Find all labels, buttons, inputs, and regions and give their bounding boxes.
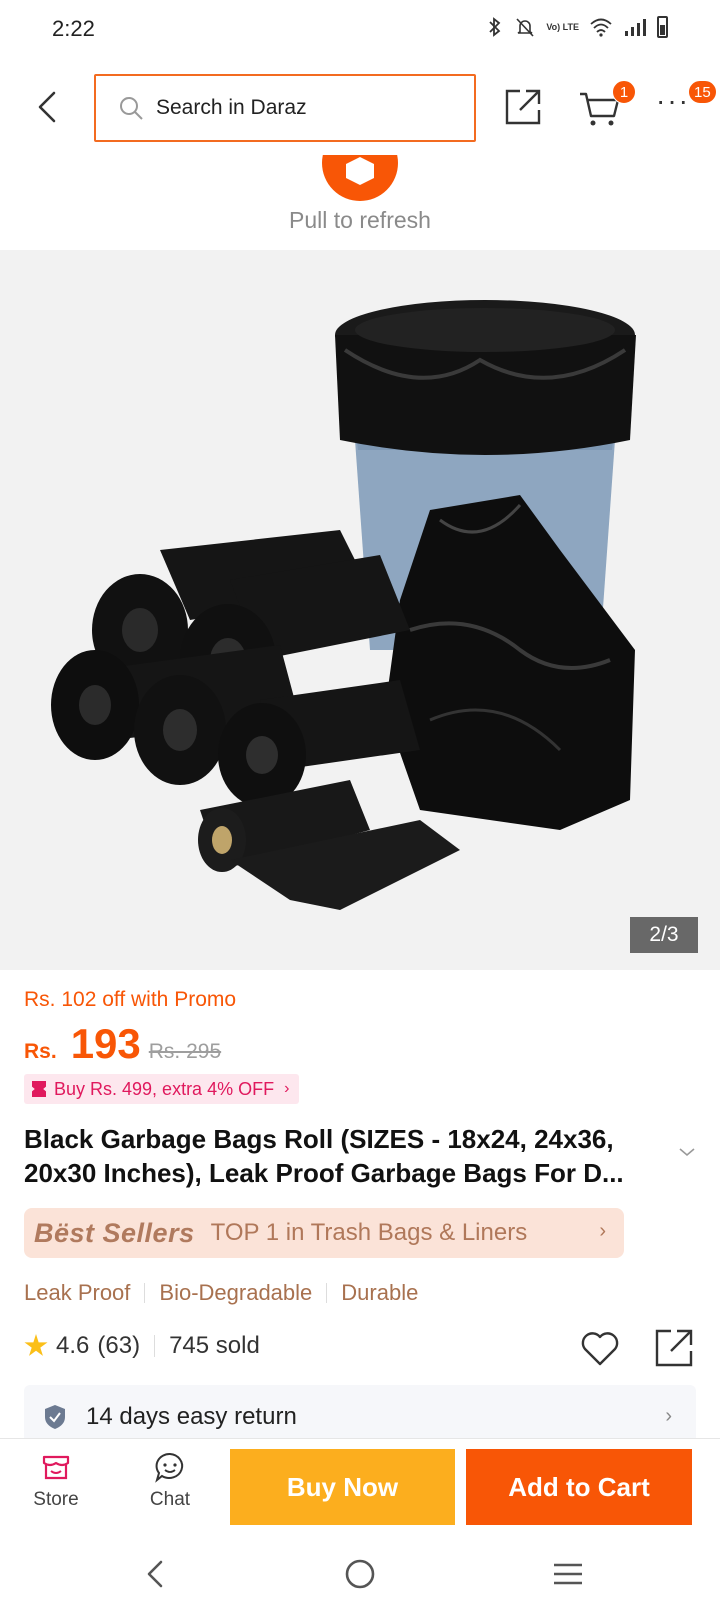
notification-count-badge: 15 [688, 80, 717, 104]
garbage-bags-illustration [51, 300, 636, 910]
review-count: (63) [97, 1332, 141, 1359]
promo-discount-text: Rs. 102 off with Promo [24, 988, 237, 1011]
image-counter: 2/3 [630, 917, 698, 953]
search-placeholder: Search in Daraz [156, 96, 307, 119]
nav-back-icon[interactable] [136, 1554, 176, 1594]
pull-to-refresh: Pull to refresh [0, 155, 720, 250]
tag-bio-degradable: Bio-Degradable [159, 1280, 313, 1305]
tag-divider [326, 1283, 328, 1303]
store-icon [42, 1455, 70, 1480]
rating-value: 4.6 [56, 1332, 90, 1359]
status-icons: Vo) LTE [486, 16, 668, 38]
return-policy-text: 14 days easy return [86, 1403, 297, 1430]
add-to-cart-button[interactable]: Add to Cart [466, 1449, 692, 1525]
daraz-logo-icon [322, 155, 398, 201]
search-icon [120, 97, 143, 120]
cart-count-badge: 1 [612, 80, 636, 104]
chat-label: Chat [149, 1489, 191, 1510]
chat-icon [155, 1452, 184, 1483]
bottom-action-bar: Store Chat Buy Now Add to Cart [0, 1438, 720, 1538]
search-input[interactable]: Search in Daraz [94, 74, 476, 142]
voucher-text: Buy Rs. 499, extra 4% OFF [54, 1078, 275, 1099]
product-image[interactable] [0, 250, 720, 970]
wifi-icon [590, 18, 612, 37]
nav-home-icon[interactable] [340, 1554, 380, 1594]
share-icon[interactable] [504, 88, 542, 126]
chat-button[interactable]: Chat [130, 1451, 210, 1511]
rating-divider [154, 1335, 156, 1357]
original-price: Rs. 295 [148, 1040, 222, 1063]
tag-durable: Durable [341, 1280, 419, 1305]
rating-row[interactable]: 4.6 (63) 745 sold [24, 1332, 260, 1360]
shield-check-icon [45, 1405, 65, 1429]
signal-icon [625, 19, 646, 36]
current-price: 193 [70, 1020, 141, 1067]
share-icon[interactable] [654, 1328, 694, 1368]
battery-icon [657, 16, 668, 38]
product-title: Black Garbage Bags Roll (SIZES - 18x24, … [24, 1124, 624, 1188]
chevron-right-icon: › [599, 1220, 606, 1242]
mute-bell-icon [516, 18, 534, 37]
nav-recents-icon[interactable] [548, 1554, 588, 1594]
status-bar: 2:22 Vo) LTE [0, 0, 720, 60]
system-nav-bar [0, 1538, 720, 1612]
chevron-right-icon: › [665, 1405, 672, 1427]
best-sellers-rank: TOP 1 in Trash Bags & Liners [210, 1219, 528, 1246]
voucher-icon [32, 1081, 46, 1097]
tag-divider [144, 1283, 146, 1303]
wishlist-heart-icon[interactable] [580, 1330, 620, 1368]
best-sellers-banner[interactable]: Bëst Sellers TOP 1 in Trash Bags & Liner… [24, 1208, 624, 1258]
sold-count: 745 sold [169, 1332, 260, 1359]
back-arrow-icon[interactable] [30, 87, 66, 127]
voucher-banner[interactable]: Buy Rs. 499, extra 4% OFF › [24, 1074, 300, 1104]
chevron-down-icon[interactable] [678, 1146, 696, 1158]
star-icon [24, 1334, 48, 1356]
store-label: Store [33, 1489, 79, 1510]
tag-leak-proof: Leak Proof [24, 1280, 131, 1305]
network-label: Vo) LTE [546, 21, 579, 32]
refresh-text: Pull to refresh [289, 207, 431, 233]
buy-now-button[interactable]: Buy Now [230, 1449, 455, 1525]
price-currency: Rs. [24, 1040, 57, 1063]
top-bar: Search in Daraz 1 ··· 15 [0, 60, 720, 155]
bluetooth-icon [489, 17, 501, 37]
more-options-icon[interactable]: ··· [656, 87, 690, 118]
price-row: Rs. 193 Rs. 295 [24, 1020, 221, 1068]
chevron-right-icon: › [284, 1080, 290, 1097]
best-sellers-logo: Bëst Sellers [34, 1217, 195, 1248]
product-tags: Leak Proof Bio-Degradable Durable [24, 1280, 418, 1306]
store-button[interactable]: Store [16, 1451, 96, 1511]
status-time: 2:22 [52, 16, 95, 41]
